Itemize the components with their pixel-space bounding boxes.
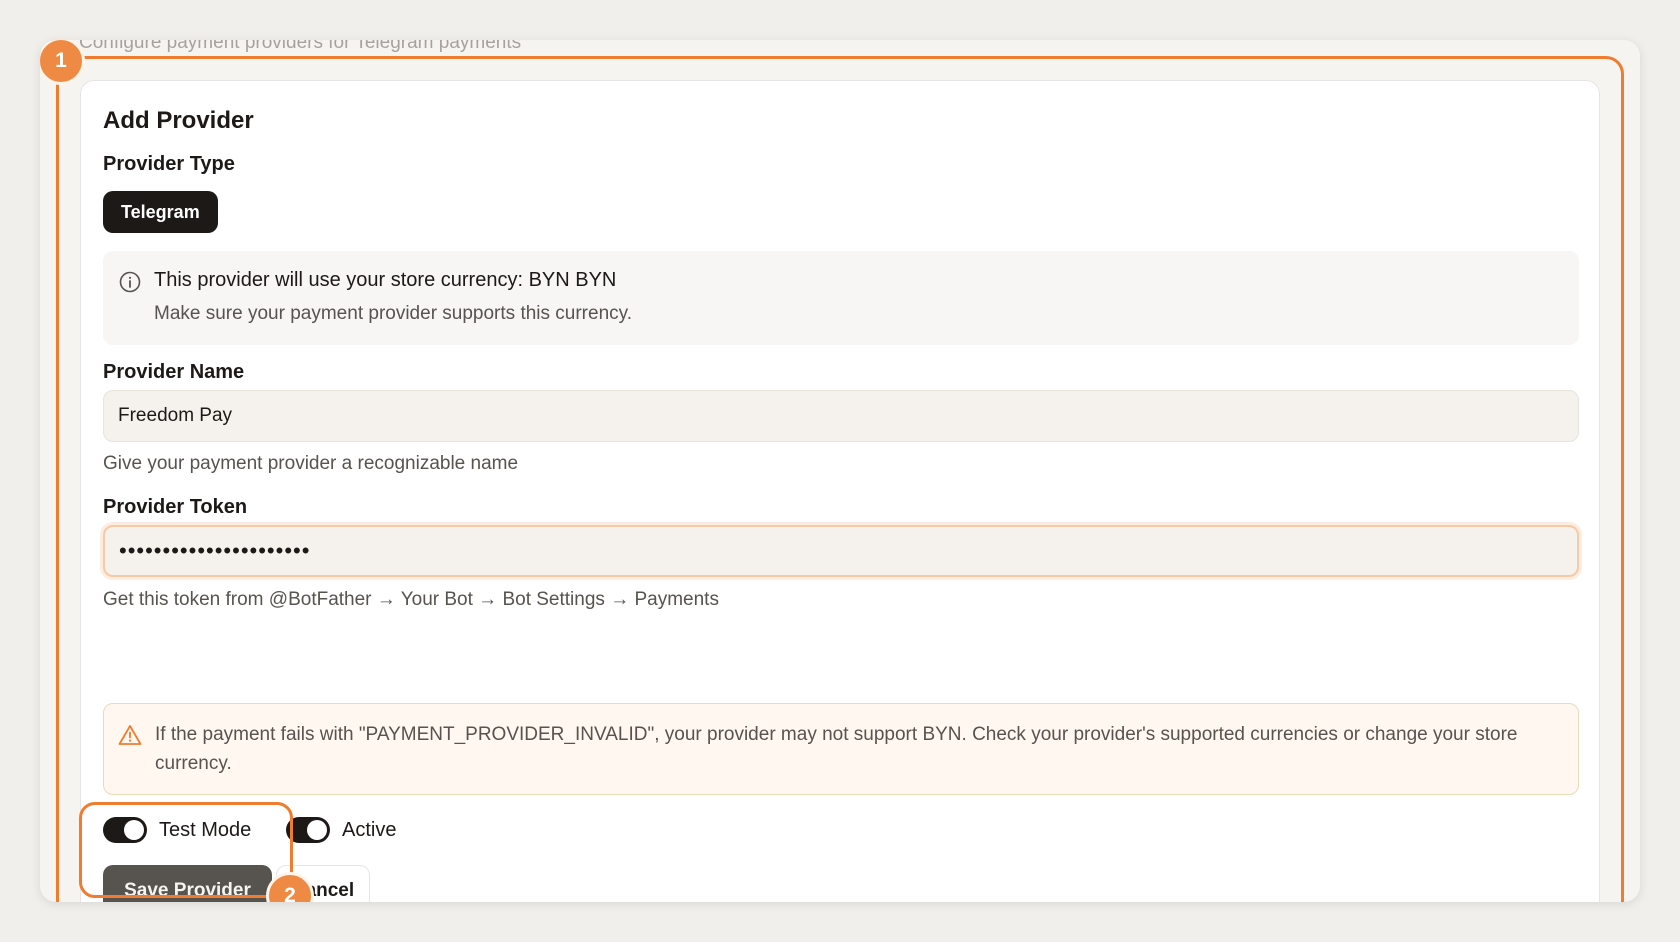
provider-token-label: Provider Token [103, 496, 248, 518]
provider-type-label: Provider Type [103, 153, 235, 175]
provider-type-telegram-chip[interactable]: Telegram [103, 191, 218, 233]
test-mode-toggle[interactable] [103, 817, 147, 843]
active-label: Active [342, 819, 397, 841]
provider-token-input[interactable]: •••••••••••••••••••••• [103, 525, 1579, 577]
provider-name-label: Provider Name [103, 361, 245, 383]
save-provider-button[interactable]: Save Provider [103, 865, 272, 902]
app-window: Configure payment providers for Telegram… [40, 40, 1640, 902]
info-circle-icon [119, 271, 141, 293]
currency-info-subtext: Make sure your payment provider supports… [154, 303, 633, 324]
toggle-knob [307, 820, 327, 840]
currency-info-text: This provider will use your store curren… [154, 269, 617, 291]
provider-name-help: Give your payment provider a recognizabl… [103, 453, 519, 474]
active-toggle[interactable] [286, 817, 330, 843]
currency-warning-text: If the payment fails with "PAYMENT_PROVI… [155, 724, 1518, 774]
currency-info-box: This provider will use your store curren… [103, 251, 1579, 345]
provider-name-input[interactable]: Freedom Pay [103, 390, 1579, 442]
step-badge-1: 1 [40, 40, 85, 85]
toggle-knob [124, 820, 144, 840]
page-subtitle: Configure payment providers for Telegram… [79, 40, 522, 53]
add-provider-card: Add Provider Provider Type Telegram This… [80, 80, 1600, 902]
provider-token-help: Get this token from @BotFather → Your Bo… [103, 589, 719, 610]
card-title: Add Provider [103, 107, 254, 134]
warning-triangle-icon [118, 725, 142, 745]
currency-warning-box: If the payment fails with "PAYMENT_PROVI… [103, 703, 1579, 795]
test-mode-label: Test Mode [159, 819, 252, 841]
